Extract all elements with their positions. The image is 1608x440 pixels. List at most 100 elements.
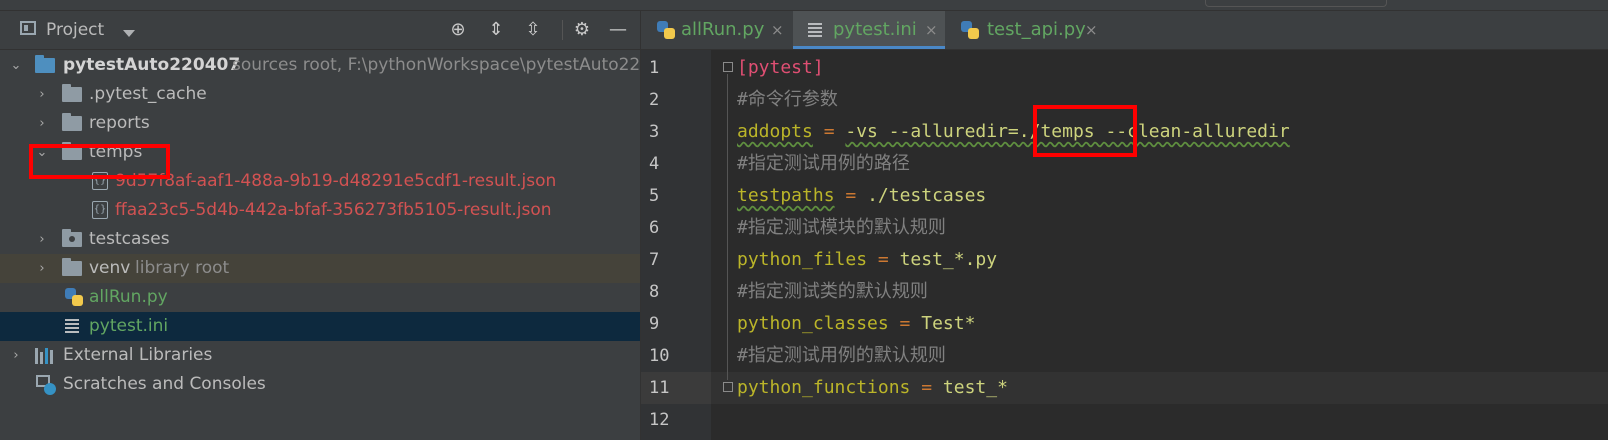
ini-equals: = — [910, 377, 943, 398]
fold-marker-icon[interactable] — [723, 62, 733, 72]
code-line-10: #指定测试用例的默认规则 — [737, 345, 946, 366]
folder-icon — [62, 113, 82, 131]
tree-item-allrun[interactable]: allRun.py — [0, 283, 640, 312]
ini-key: python_classes — [737, 313, 889, 334]
ini-equals: = — [834, 185, 868, 206]
tree-item-label: pytest.ini — [89, 316, 169, 336]
code-line-11: python_functions = test_* — [737, 372, 1008, 404]
tab-label: test_api.py — [987, 19, 1086, 40]
close-icon[interactable]: × — [925, 11, 938, 49]
ini-equals: = — [888, 313, 922, 334]
libraries-icon — [35, 348, 55, 364]
tree-item-pytest-cache[interactable]: › .pytest_cache — [0, 80, 640, 109]
tree-item-label: pytestAuto220407 — [63, 55, 241, 75]
line-number: 12 — [649, 410, 670, 430]
line-number: 4 — [649, 154, 660, 174]
tab-allrun[interactable]: allRun.py × — [641, 11, 791, 49]
ini-value: Test* — [921, 313, 976, 334]
ini-value: test_*.py — [899, 249, 998, 270]
code-line-4: #指定测试用例的路径 — [737, 153, 910, 174]
folder-icon — [62, 258, 82, 276]
tree-item-label: .pytest_cache — [89, 84, 207, 104]
ini-key: python_functions — [737, 377, 911, 398]
fold-guide — [727, 74, 728, 380]
collapse-all-icon[interactable]: ⇳ — [523, 20, 543, 40]
line-number: 3 — [649, 122, 660, 142]
tree-item-reports[interactable]: › reports — [0, 109, 640, 138]
chevron-right-icon[interactable]: › — [35, 225, 49, 254]
line-number: 10 — [649, 346, 670, 366]
scratches-icon — [36, 375, 56, 395]
tab-test-api[interactable]: test_api.py × — [947, 11, 1105, 49]
tree-item-label: allRun.py — [89, 287, 168, 307]
ini-equals: = — [867, 249, 900, 270]
chevron-down-icon[interactable] — [123, 30, 135, 37]
code-line-9: python_classes = Test* — [737, 308, 975, 340]
chevron-right-icon[interactable]: › — [9, 341, 23, 370]
package-folder-icon — [62, 229, 82, 247]
tree-item-label: ffaa23c5-5d4b-442a-bfaf-356273fb5105-res… — [115, 200, 552, 220]
code-line-7: python_files = test_*.py — [737, 244, 997, 276]
tree-item-root[interactable]: ⌄ pytestAuto220407 sources root, F:\pyth… — [0, 51, 640, 80]
window-top-strip — [0, 0, 1608, 11]
tree-item-label: 9d57f8af-aaf1-488a-9b19-d48291e5cdf1-res… — [115, 171, 557, 191]
code-line-8: #指定测试类的默认规则 — [737, 281, 928, 302]
highlight-box-temps-path — [1033, 105, 1137, 157]
fold-marker-icon[interactable] — [723, 382, 733, 392]
chevron-right-icon[interactable]: › — [35, 254, 49, 283]
gear-icon[interactable]: ⚙ — [572, 20, 592, 40]
tree-item-hint: library root — [135, 258, 230, 278]
tree-item-scratches[interactable]: Scratches and Consoles — [0, 370, 640, 399]
tree-item-label: testcases — [89, 229, 170, 249]
ini-value: test_* — [942, 377, 1008, 398]
code-line-3: addopts = -vs --alluredir=./temps --clea… — [737, 116, 1290, 148]
project-title[interactable]: Project — [46, 20, 104, 40]
json-file-icon: {} — [92, 201, 108, 219]
ini-file-icon — [807, 22, 823, 38]
tree-item-label: reports — [89, 113, 150, 133]
toolbar-divider — [562, 20, 563, 40]
tree-item-venv[interactable]: › venv library root — [0, 254, 640, 283]
expand-all-icon[interactable]: ⇕ — [486, 20, 506, 40]
line-number: 8 — [649, 282, 660, 302]
tab-pytest-ini[interactable]: pytest.ini × — [793, 11, 945, 49]
close-icon[interactable]: × — [771, 11, 784, 49]
python-file-icon — [657, 21, 675, 39]
line-number: 5 — [649, 186, 660, 206]
code-editor[interactable]: 1 2 3 4 5 6 7 8 9 10 11 12 [pytest] #命令行… — [641, 50, 1608, 440]
ini-file-icon — [64, 318, 80, 334]
tree-item-external-libraries[interactable]: › External Libraries — [0, 341, 640, 370]
line-number: 11 — [649, 378, 670, 398]
folder-icon — [35, 55, 55, 73]
tab-label: pytest.ini — [833, 19, 917, 40]
chevron-right-icon[interactable]: › — [35, 80, 49, 109]
tree-item-hint: sources root, F:\pythonWorkspace\pytestA… — [232, 55, 641, 75]
tree-item-label: venv — [89, 258, 131, 278]
code-line-5: testpaths = ./testcases — [737, 180, 986, 212]
run-config-widget[interactable] — [1205, 0, 1387, 7]
line-number: 9 — [649, 314, 660, 334]
folder-icon — [62, 84, 82, 102]
line-number: 2 — [649, 90, 660, 110]
chevron-right-icon[interactable]: › — [35, 109, 49, 138]
python-file-icon — [961, 21, 979, 39]
tree-item-testcases[interactable]: › testcases — [0, 225, 640, 254]
line-number: 6 — [649, 218, 660, 238]
line-number: 7 — [649, 250, 660, 270]
project-toolbar: Project ⊕ ⇕ ⇳ ⚙ — — [0, 11, 640, 50]
ini-value: ./testcases — [867, 185, 987, 206]
close-icon[interactable]: × — [1085, 11, 1098, 49]
tree-item-label: External Libraries — [63, 345, 213, 365]
line-number: 1 — [649, 58, 660, 78]
chevron-down-icon[interactable]: ⌄ — [9, 51, 23, 80]
tree-item-pytest-ini[interactable]: pytest.ini — [0, 312, 640, 341]
locate-icon[interactable]: ⊕ — [448, 20, 468, 40]
tree-item-result-json-2[interactable]: {} ffaa23c5-5d4b-442a-bfaf-356273fb5105-… — [0, 196, 640, 225]
code-line-1: [pytest] — [737, 57, 824, 78]
ini-key: python_files — [737, 249, 868, 270]
editor-tabs: allRun.py × pytest.ini × test_api.py × — [641, 11, 1608, 50]
hide-panel-icon[interactable]: — — [608, 20, 628, 40]
highlight-box-temps — [29, 144, 170, 179]
python-file-icon — [65, 288, 83, 306]
ini-key: testpaths — [737, 185, 835, 206]
